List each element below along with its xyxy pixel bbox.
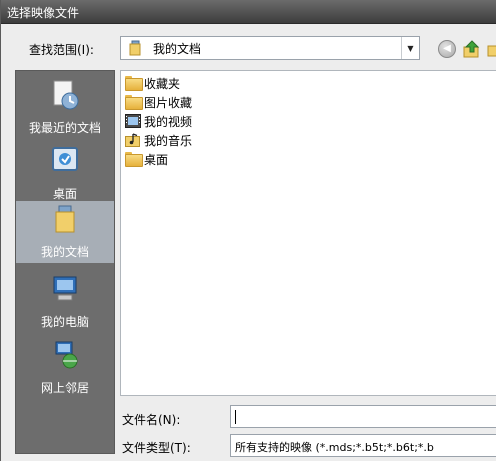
place-label: 桌面 (52, 187, 77, 201)
place-recent-documents[interactable]: 我最近的文档 (16, 77, 114, 139)
back-arrow-icon: ◀ (443, 43, 451, 54)
filetype-label: 文件类型(T): (122, 441, 191, 455)
place-desktop[interactable]: 桌面 (16, 143, 114, 205)
folder-icon (125, 76, 143, 91)
desktop-icon (52, 147, 78, 171)
place-network[interactable]: 网上邻居 (16, 337, 114, 399)
network-places-icon (55, 341, 78, 369)
my-documents-icon (129, 40, 141, 56)
recent-documents-icon (53, 80, 79, 110)
lookin-combo[interactable]: 我的文档 ▼ (120, 36, 420, 60)
filename-label: 文件名(N): (122, 413, 181, 427)
filetype-value: 所有支持的映像 (*.mds;*.b5t;*.b6t;*.b (235, 441, 434, 454)
back-button[interactable]: ◀ (438, 40, 456, 58)
lookin-label: 查找范围(I): (29, 43, 94, 57)
places-bar: 我最近的文档 桌面 我的文档 我的电脑 网上邻居 (15, 70, 115, 454)
list-item[interactable]: 桌面 (125, 150, 168, 168)
place-label: 我的电脑 (40, 315, 89, 329)
list-item[interactable]: 图片收藏 (125, 93, 192, 111)
place-my-computer[interactable]: 我的电脑 (16, 271, 114, 333)
my-documents-icon (55, 205, 75, 233)
list-item[interactable]: 我的音乐 (125, 131, 192, 149)
place-label: 我最近的文档 (28, 121, 101, 135)
file-list[interactable]: 收藏夹 图片收藏 我的视频 我的音乐 桌面 (120, 70, 496, 396)
filename-input[interactable] (230, 405, 496, 428)
folder-icon (125, 152, 143, 167)
folder-icon (125, 95, 143, 110)
up-folder-button[interactable] (463, 40, 481, 58)
my-computer-icon (53, 276, 77, 301)
window-title: 选择映像文件 (7, 6, 80, 20)
lookin-value: 我的文档 (153, 41, 202, 56)
video-folder-icon (125, 114, 141, 128)
open-image-dialog: 选择映像文件 查找范围(I): 我的文档 ▼ ◀ 我最近的文档 桌面 我的文档 … (0, 0, 496, 461)
filetype-select[interactable]: 所有支持的映像 (*.mds;*.b5t;*.b6t;*.b (230, 434, 496, 457)
chevron-down-icon[interactable]: ▼ (401, 37, 419, 59)
list-item[interactable]: 收藏夹 (125, 74, 180, 92)
new-folder-button[interactable] (487, 40, 496, 58)
music-folder-icon (125, 133, 140, 147)
text-caret (235, 410, 236, 424)
place-label: 我的文档 (40, 245, 89, 259)
list-item[interactable]: 我的视频 (125, 112, 192, 130)
place-label: 网上邻居 (40, 381, 89, 395)
place-my-documents[interactable]: 我的文档 (16, 201, 114, 263)
title-bar[interactable]: 选择映像文件 (1, 0, 496, 24)
